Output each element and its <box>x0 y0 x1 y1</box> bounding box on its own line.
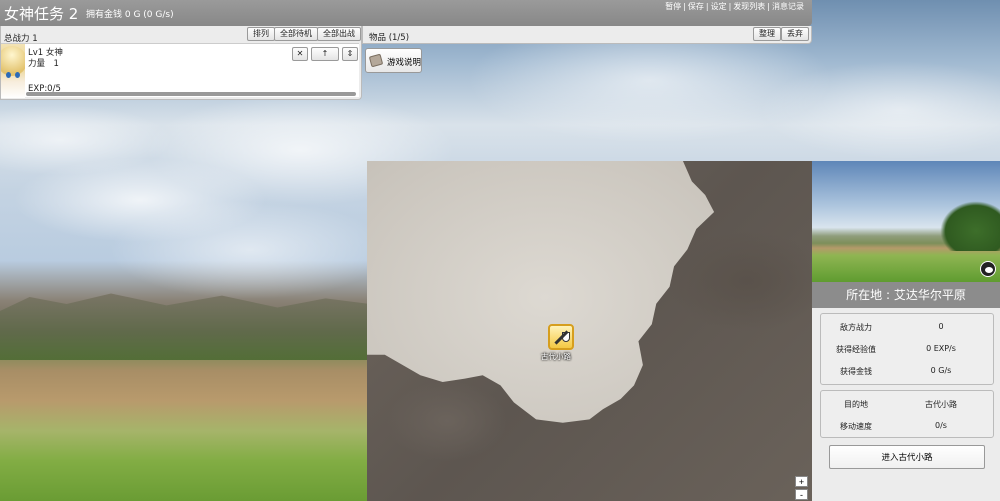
separator: | <box>767 2 770 11</box>
travel-value: 0/s <box>935 421 947 430</box>
stat-label: 敌方战力 <box>840 323 872 332</box>
move-up-button[interactable]: ↑ <box>311 47 339 61</box>
pause-link[interactable]: 暂停 <box>665 2 681 11</box>
top-links: 暂停 | 保存 | 设定 | 发现列表 | 消息记录 <box>665 1 804 12</box>
exp-bar <box>26 92 356 96</box>
location-stats-box: 敌方战力 0 获得经验值 0 EXP/s 获得金钱 0 G/s <box>820 313 994 385</box>
items-header: 物品 (1/5) <box>369 33 410 43</box>
money-display: 拥有金钱 0 G (0 G/s) <box>86 10 174 20</box>
enter-location-button[interactable]: 进入古代小路 <box>829 445 985 469</box>
all-standby-button[interactable]: 全部待机 <box>274 27 318 41</box>
location-landscape-image <box>812 161 1000 282</box>
help-label: 游戏说明 <box>387 57 422 67</box>
stat-row: 敌方战力 0 <box>821 316 993 338</box>
goddess-portrait <box>1 44 25 98</box>
portrait-eye <box>6 72 11 78</box>
travel-value: 古代小路 <box>925 400 957 409</box>
separator: | <box>683 2 686 11</box>
hills-background <box>0 293 370 360</box>
stat-row: 获得经验值 0 EXP/s <box>821 338 993 360</box>
discard-button[interactable]: 丢弃 <box>781 27 809 41</box>
game-title: 女神任务 2 <box>4 5 79 23</box>
location-title: 所在地 : 艾达华尔平原 <box>812 282 1000 308</box>
items-panel: 物品 (1/5) 整理 丢弃 <box>362 26 812 44</box>
cat-icon[interactable] <box>980 261 996 277</box>
location-node-ancient-road[interactable] <box>548 324 574 350</box>
separator: | <box>728 2 732 11</box>
party-panel: 总战力 1 排列 全部待机 全部出战 Lv1 女神 力量 1 ✕ ↑ ⇕ EXP… <box>0 26 362 100</box>
trees <box>940 201 1000 251</box>
travel-row: 移动速度 0/s <box>821 415 993 437</box>
travel-label: 移动速度 <box>840 422 872 431</box>
location-panel: 所在地 : 艾达华尔平原 敌方战力 0 获得经验值 0 EXP/s 获得金钱 0… <box>812 161 1000 501</box>
zoom-out-button[interactable]: - <box>795 489 808 500</box>
top-bar: 女神任务 2 拥有金钱 0 G (0 G/s) 暂停 | 保存 | 设定 | 发现列表 | 消息… <box>0 0 812 26</box>
game-help-button[interactable]: 游戏说明 <box>365 48 422 73</box>
stat-label: 获得金钱 <box>840 367 872 376</box>
message-log-link[interactable]: 消息记录 <box>772 2 804 11</box>
explored-area <box>367 161 715 423</box>
remove-unit-button[interactable]: ✕ <box>292 47 308 61</box>
discovery-list-link[interactable]: 发现列表 <box>733 2 765 11</box>
separator: | <box>705 2 709 11</box>
portrait-hair <box>1 46 25 76</box>
stat-label: 获得经验值 <box>836 345 876 354</box>
stat-value: 0 <box>938 322 944 331</box>
stat-value: 0 EXP/s <box>926 344 956 353</box>
sort-button[interactable]: 排列 <box>247 27 275 41</box>
portrait-eye <box>15 72 20 78</box>
all-deploy-button[interactable]: 全部出战 <box>317 27 361 41</box>
save-link[interactable]: 保存 <box>688 2 704 11</box>
unit-card: Lv1 女神 力量 1 ✕ ↑ ⇕ EXP:0/5 <box>1 43 359 98</box>
travel-row: 目的地 古代小路 <box>821 393 993 415</box>
world-map[interactable]: 古代小路 + - <box>367 161 812 501</box>
settings-link[interactable]: 设定 <box>711 2 727 11</box>
location-label: 古代小路 <box>541 352 571 361</box>
unit-strength: 力量 1 <box>28 59 59 69</box>
stat-row: 获得金钱 0 G/s <box>821 360 993 382</box>
zoom-in-button[interactable]: + <box>795 476 808 487</box>
stat-value: 0 G/s <box>930 366 952 375</box>
travel-label: 目的地 <box>844 400 868 409</box>
swap-order-button[interactable]: ⇕ <box>342 47 358 61</box>
travel-box: 目的地 古代小路 移动速度 0/s <box>820 390 994 438</box>
scroll-icon <box>368 53 384 68</box>
organize-button[interactable]: 整理 <box>753 27 781 41</box>
